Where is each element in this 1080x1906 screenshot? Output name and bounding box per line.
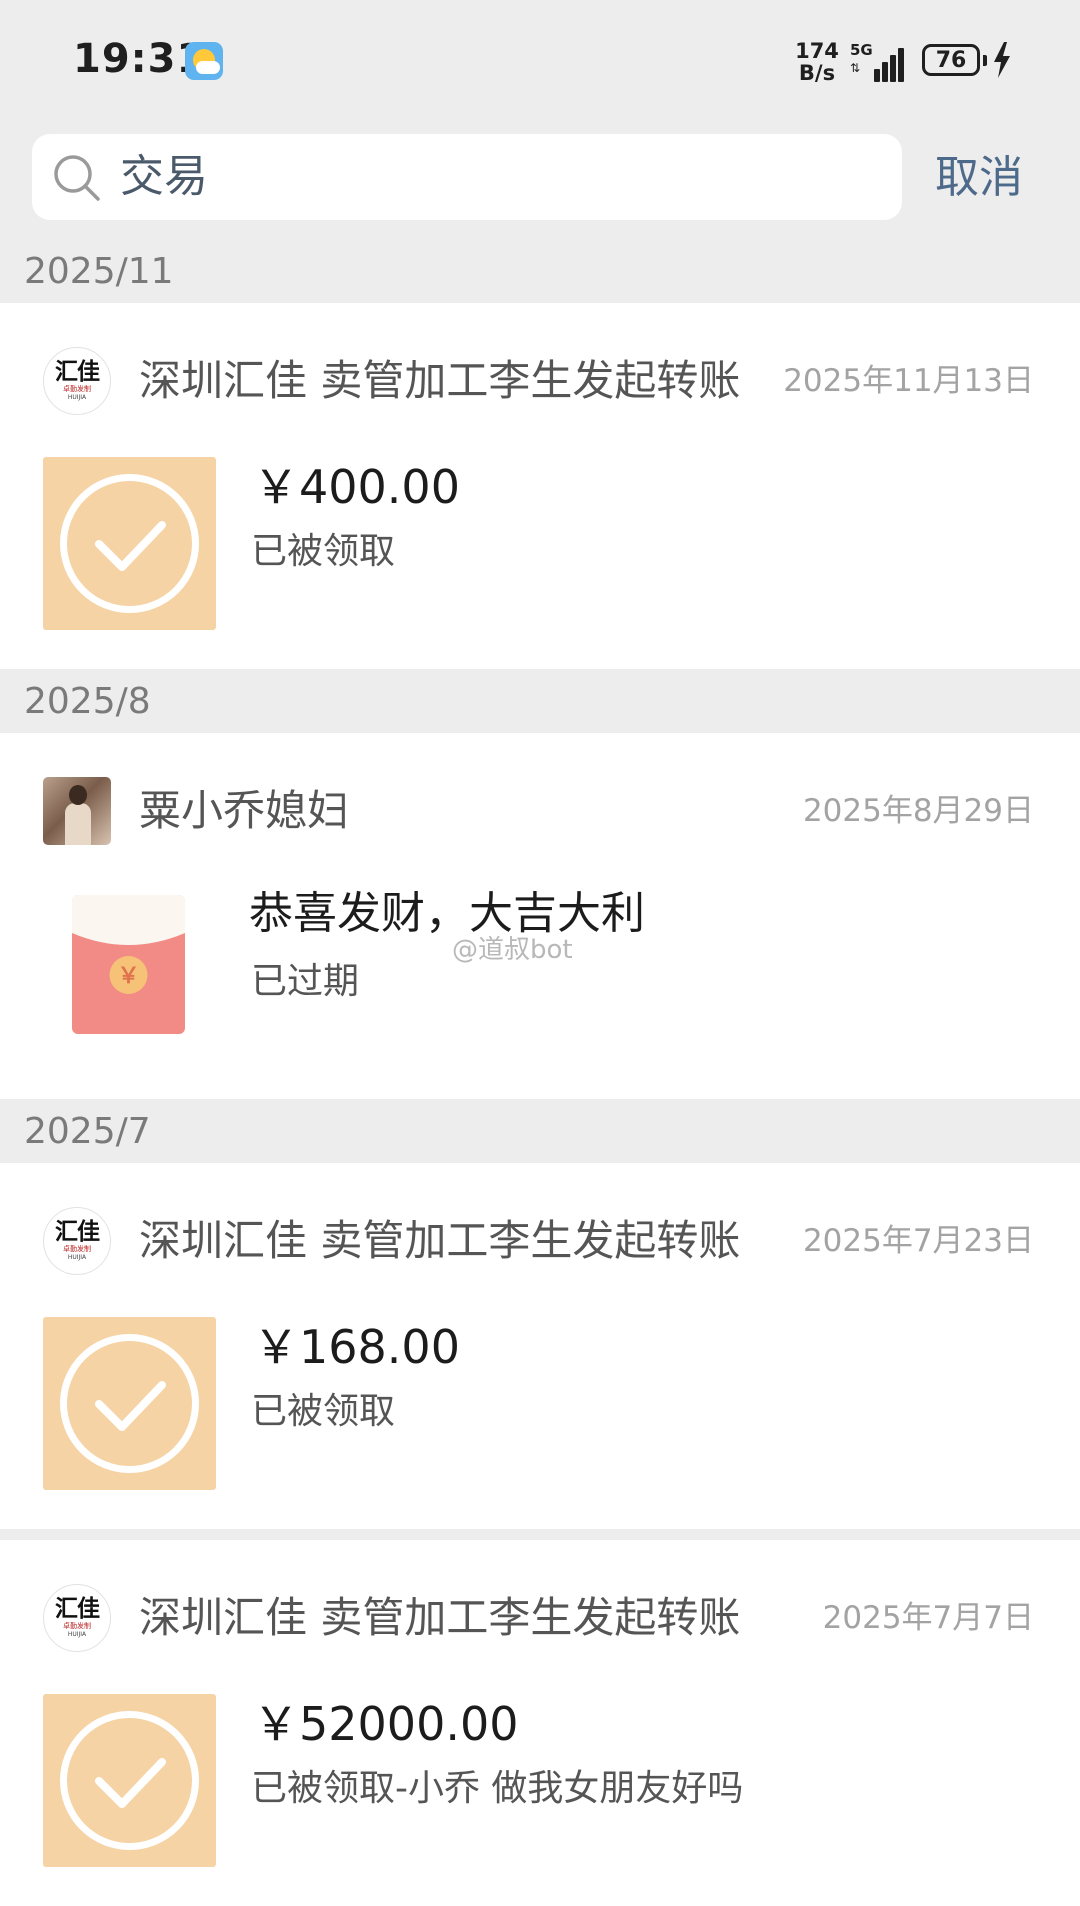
- avatar-logo-text: 汇佳: [55, 358, 100, 385]
- transfer-amount: ￥400.00: [253, 460, 460, 514]
- avatar: 汇佳 卓勤发制 HUIJIA: [43, 1584, 111, 1652]
- avatar-logo-subtext-en: HUIJIA: [67, 1254, 87, 1261]
- status-bar: 19:31 174 B/s 5G ⇅ 76: [0, 0, 1080, 124]
- month-header: 2025/7: [0, 1101, 1080, 1163]
- transaction-date: 2025年7月23日: [802, 1223, 1034, 1259]
- transaction-date: 2025年11月13日: [783, 363, 1034, 399]
- avatar-logo-subtext-en: HUIJIA: [67, 1631, 87, 1638]
- transfer-status: 已被领取-小乔 做我女朋友好吗: [251, 1768, 744, 1809]
- weather-icon: [185, 42, 223, 80]
- red-packet-symbol: ￥: [117, 964, 139, 989]
- search-box[interactable]: 交易: [32, 134, 902, 220]
- network-type: 5G: [850, 41, 873, 59]
- month-header: 2025/11: [0, 241, 1080, 303]
- avatar: [43, 777, 111, 845]
- cancel-button[interactable]: 取消: [935, 145, 1023, 211]
- month-label: 2025/8: [24, 681, 151, 722]
- avatar-logo-text: 汇佳: [55, 1595, 100, 1622]
- transfer-amount: ￥168.00: [253, 1320, 460, 1374]
- sender-name: 深圳汇佳 卖管加工李生发起转账: [139, 1216, 741, 1265]
- check-circle-icon: [60, 474, 199, 613]
- avatar-logo-subtext: 卓勤发制: [63, 1245, 91, 1253]
- red-packet-icon: ￥: [72, 895, 185, 1034]
- search-input[interactable]: 交易: [120, 144, 208, 210]
- transfer-thumbnail: [43, 1317, 216, 1490]
- transfer-thumbnail: [43, 457, 216, 630]
- search-icon: [54, 155, 100, 201]
- avatar-logo-subtext: 卓勤发制: [63, 385, 91, 393]
- avatar-logo-text: 汇佳: [55, 1218, 100, 1245]
- month-header: 2025/8: [0, 671, 1080, 733]
- sender-name: 深圳汇佳 卖管加工李生发起转账: [139, 1593, 741, 1642]
- network-speed: 174 B/s: [794, 40, 840, 84]
- avatar-logo-subtext-en: HUIJIA: [67, 394, 87, 401]
- data-arrows-icon: ⇅: [850, 61, 861, 75]
- avatar: 汇佳 卓勤发制 HUIJIA: [43, 347, 111, 415]
- transfer-amount: ￥52000.00: [253, 1697, 519, 1751]
- network-speed-value: 174: [795, 39, 839, 63]
- signal-icon: 5G ⇅: [850, 42, 908, 82]
- network-speed-unit: B/s: [798, 61, 836, 85]
- transfer-thumbnail: [43, 1694, 216, 1867]
- red-packet-title: 恭喜发财，大吉大利: [249, 888, 645, 939]
- transfer-status: 已被领取: [251, 531, 396, 572]
- red-packet-card[interactable]: 粟小乔媳妇 2025年8月29日 ￥ 恭喜发财，大吉大利 已过期: [0, 733, 1080, 1099]
- transaction-card[interactable]: 汇佳 卓勤发制 HUIJIA 深圳汇佳 卖管加工李生发起转账 2025年7月23…: [0, 1163, 1080, 1529]
- transaction-date: 2025年7月7日: [822, 1600, 1034, 1636]
- battery-tip: [983, 55, 987, 66]
- month-label: 2025/11: [24, 251, 174, 292]
- avatar-logo-subtext: 卓勤发制: [63, 1622, 91, 1630]
- red-packet-status: 已过期: [251, 961, 360, 1002]
- sender-name: 粟小乔媳妇: [139, 786, 350, 835]
- check-circle-icon: [60, 1334, 199, 1473]
- check-circle-icon: [60, 1711, 199, 1850]
- transaction-date: 2025年8月29日: [802, 793, 1034, 829]
- sender-name: 深圳汇佳 卖管加工李生发起转账: [139, 356, 741, 405]
- month-label: 2025/7: [24, 1111, 151, 1152]
- transaction-card[interactable]: 汇佳 卓勤发制 HUIJIA 深圳汇佳 卖管加工李生发起转账 2025年7月7日…: [0, 1540, 1080, 1906]
- transfer-status: 已被领取: [251, 1391, 396, 1432]
- avatar: 汇佳 卓勤发制 HUIJIA: [43, 1207, 111, 1275]
- watermark: @道叔bot: [452, 935, 573, 965]
- battery-level: 76: [935, 48, 967, 73]
- transaction-card[interactable]: 汇佳 卓勤发制 HUIJIA 深圳汇佳 卖管加工李生发起转账 2025年11月1…: [0, 303, 1080, 669]
- charging-bolt-icon: [994, 42, 1010, 78]
- battery-icon: 76: [922, 44, 980, 76]
